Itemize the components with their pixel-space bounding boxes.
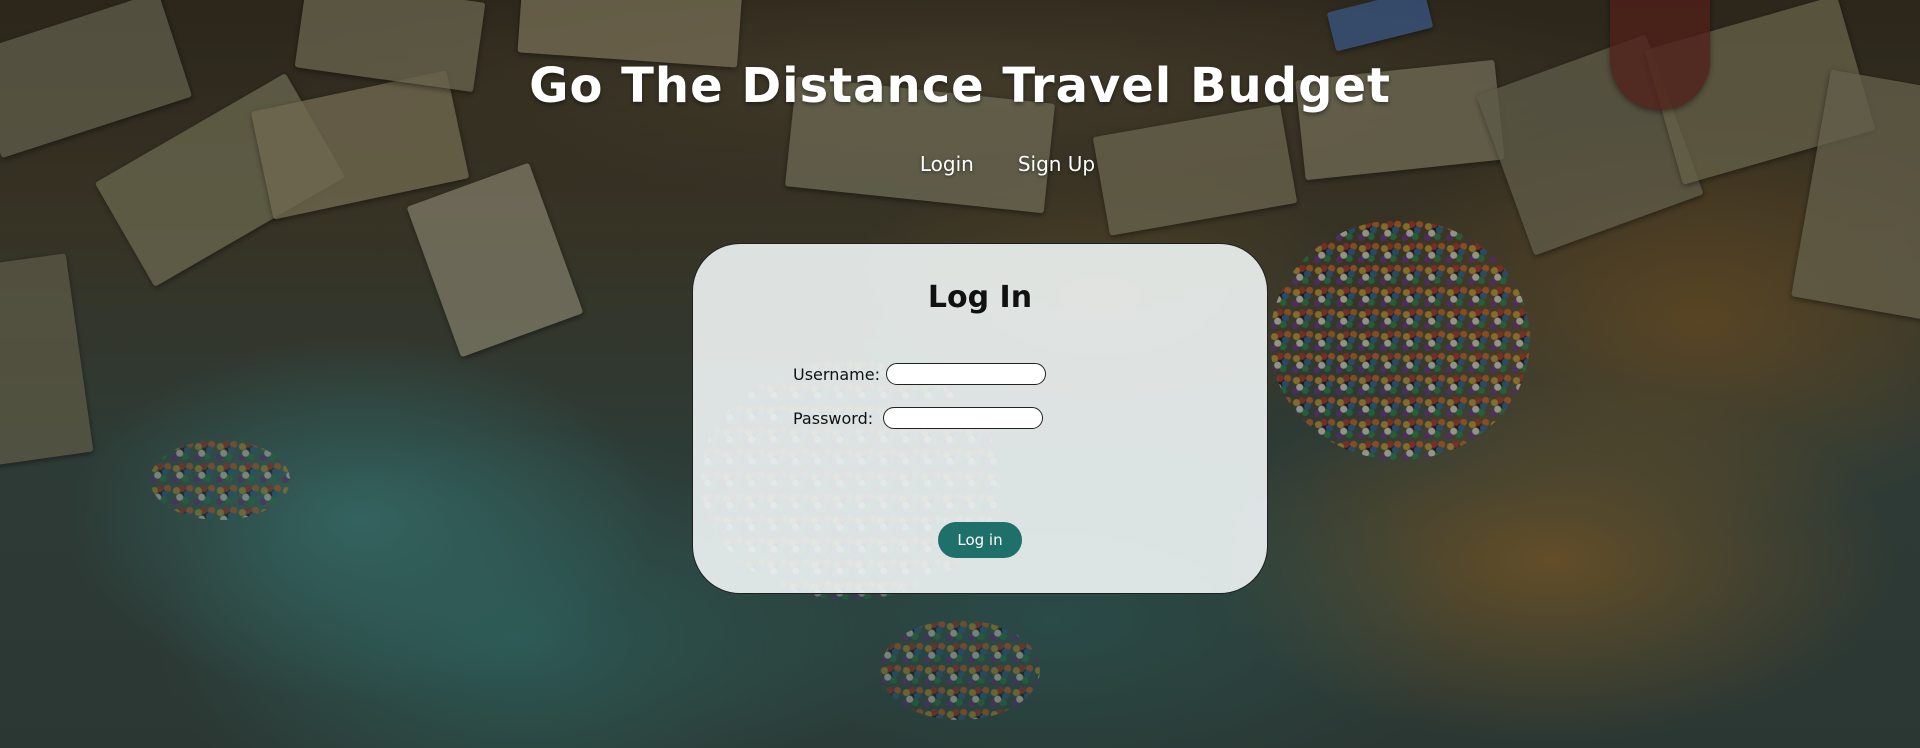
- nav-link-login[interactable]: Login: [920, 152, 974, 176]
- top-nav: Login Sign Up: [0, 152, 1920, 176]
- login-heading: Log In: [927, 280, 1033, 315]
- site-title: Go The Distance Travel Budget: [529, 58, 1391, 114]
- username-input[interactable]: [885, 363, 1046, 385]
- password-label: Password:: [793, 408, 874, 428]
- username-row: Username:: [793, 363, 1046, 385]
- login-submit-button[interactable]: Log in: [938, 522, 1022, 558]
- password-row: Password:: [793, 407, 1044, 429]
- nav-link-sign-up[interactable]: Sign Up: [1018, 152, 1095, 176]
- password-input[interactable]: [883, 407, 1044, 429]
- username-label: Username:: [793, 364, 880, 384]
- login-card: Log In Username: Password: Log in: [692, 243, 1268, 594]
